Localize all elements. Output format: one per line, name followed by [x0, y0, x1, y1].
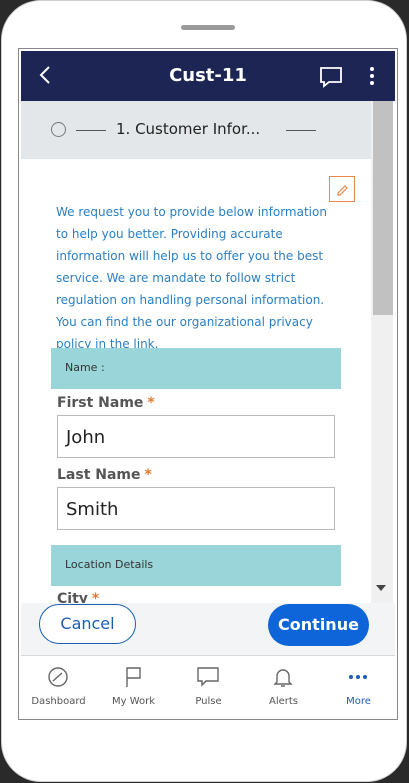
tab-pulse[interactable]: Pulse [171, 656, 246, 716]
phone-frame: Cust-11 1. Customer Infor... We request … [1, 0, 407, 782]
last-name-label: Last Name * [57, 467, 152, 483]
tab-dashboard[interactable]: Dashboard [21, 656, 96, 716]
required-asterisk: * [144, 467, 152, 483]
pencil-icon [337, 185, 348, 196]
step-line [286, 130, 316, 131]
chat-icon[interactable] [319, 66, 343, 88]
kebab-menu-icon[interactable] [367, 65, 377, 87]
required-asterisk: * [147, 395, 155, 411]
first-name-value: John [66, 427, 106, 448]
required-asterisk: * [91, 591, 100, 603]
continue-button[interactable]: Continue [268, 604, 369, 646]
dashboard-icon [48, 667, 68, 687]
bottom-tab-bar: Dashboard My Work Pulse Alerts More [21, 655, 395, 715]
edit-button[interactable] [329, 176, 355, 202]
tab-label: Alerts [268, 696, 298, 707]
tab-label: Dashboard [31, 696, 86, 707]
first-name-label: First Name * [57, 395, 155, 411]
city-label: City * [57, 591, 99, 603]
tab-more[interactable]: More [321, 656, 396, 716]
tab-label: My Work [111, 696, 156, 707]
tab-my-work[interactable]: My Work [96, 656, 171, 716]
form-content: 1. Customer Infor... We request you to p… [21, 101, 371, 603]
privacy-info-text: We request you to provide below informat… [56, 205, 327, 351]
first-name-input[interactable]: John [57, 415, 335, 458]
app-screen: Cust-11 1. Customer Infor... We request … [18, 48, 398, 720]
tab-alerts[interactable]: Alerts [246, 656, 321, 716]
flag-icon [126, 667, 141, 687]
tab-label: Pulse [195, 696, 222, 707]
chat-icon [197, 667, 219, 687]
section-title: Name : [65, 361, 105, 374]
action-footer: Cancel Continue [21, 603, 395, 655]
last-name-value: Smith [66, 499, 119, 520]
section-header-name: Name : [51, 348, 341, 389]
phone-speaker [181, 25, 235, 30]
step-indicator[interactable]: 1. Customer Infor... [21, 101, 371, 159]
last-name-input[interactable]: Smith [57, 487, 335, 530]
tab-label: More [346, 696, 371, 707]
scrollbar-thumb[interactable] [373, 101, 393, 315]
step-label: 1. Customer Infor... [116, 120, 261, 138]
section-header-location: Location Details [51, 545, 341, 586]
scrollbar[interactable] [371, 101, 393, 603]
step-line [76, 130, 106, 131]
bell-icon [273, 669, 293, 687]
step-circle-icon [51, 122, 66, 137]
section-title: Location Details [65, 558, 154, 571]
app-header: Cust-11 [21, 51, 395, 101]
cancel-button[interactable]: Cancel [39, 604, 136, 644]
scroll-down-arrow-icon[interactable] [376, 585, 386, 591]
more-icon [349, 675, 367, 679]
